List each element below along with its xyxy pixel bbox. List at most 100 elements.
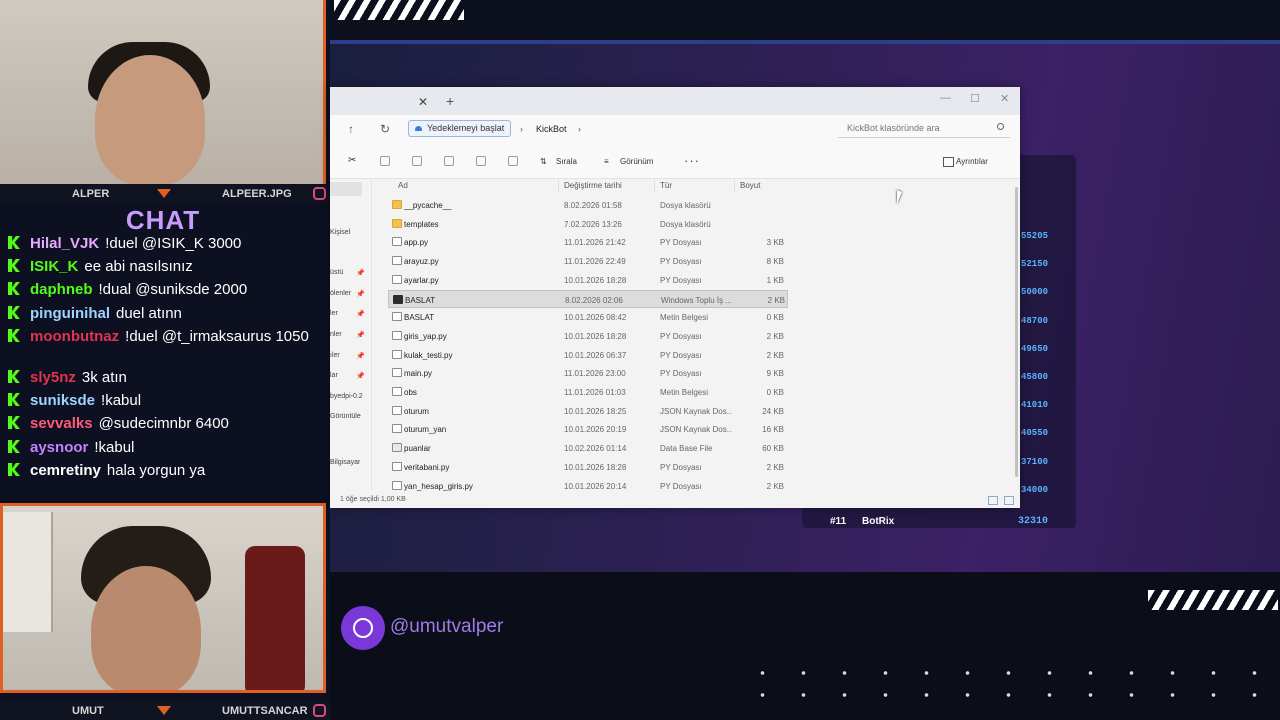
file-row[interactable]: templates 7.02.2026 13:26 Dosya klasörü — [388, 215, 788, 233]
file-icon — [392, 405, 402, 415]
view-icon[interactable]: ≡ — [604, 157, 609, 166]
file-type: PY Dosyası — [660, 369, 702, 379]
cut-icon[interactable]: ✂ — [348, 155, 356, 166]
cam-bottom-namebar: UMUT UMUTTSANCAR — [0, 702, 330, 720]
sidebar-item[interactable]: nler — [330, 331, 342, 338]
column-divider[interactable] — [654, 179, 655, 193]
sort-icon[interactable]: ⇅ — [540, 157, 547, 166]
view-button[interactable]: Görünüm — [620, 157, 653, 166]
file-row[interactable]: giris_yap.py 10.01.2026 18:28 PY Dosyası 2 … — [388, 327, 788, 345]
chat-message: Hilal_VJK !duel @ISIK_K 3000 — [8, 235, 320, 253]
leaderboard-score: 37100 — [1021, 456, 1049, 467]
file-date: 10.01.2026 18:28 — [564, 275, 627, 285]
more-options-button[interactable]: ··· — [684, 153, 700, 168]
command-bar: ✂ ⇅ Sırala ≡ Görünüm ··· Ayrıntılar — [330, 143, 1020, 179]
sidebar-item[interactable]: lar — [330, 372, 338, 379]
chat-message: aysnoor !kabul — [8, 439, 320, 457]
minimize-icon[interactable]: — — [940, 92, 951, 104]
sort-button[interactable]: Sırala — [556, 157, 577, 166]
file-row[interactable]: __pycache__ 8.02.2026 01:58 Dosya klasörü — [388, 196, 788, 214]
maximize-icon[interactable]: ☐ — [970, 92, 980, 105]
file-row[interactable]: arayuz.py 11.01.2026 22:49 PY Dosyası 8 KB — [388, 252, 788, 270]
file-row[interactable]: app.py 11.01.2026 21:42 PY Dosyası 3 KB — [388, 233, 788, 251]
chat-title: CHAT — [125, 205, 201, 235]
file-date: 10.02.2026 01:14 — [564, 444, 627, 454]
refresh-icon[interactable]: ↻ — [380, 122, 390, 136]
breadcrumb[interactable]: KickBot — [536, 124, 567, 134]
file-size: 1 KB — [766, 275, 784, 285]
search-icon[interactable] — [997, 123, 1004, 130]
file-icon — [392, 349, 402, 359]
sidebar-item[interactable]: ler — [330, 310, 338, 317]
file-row[interactable]: oturum 10.01.2026 18:25 JSON Kaynak Dos...… — [388, 402, 788, 420]
column-size[interactable]: Boyut — [740, 181, 760, 190]
share-icon[interactable] — [476, 156, 486, 166]
file-name: veritabani.py — [404, 462, 450, 472]
column-divider[interactable] — [734, 179, 735, 193]
chat-message: sly5nz 3k atın — [8, 369, 320, 387]
kick-icon — [8, 259, 20, 272]
file-name: BASLAT — [404, 313, 435, 323]
column-name[interactable]: Ad — [398, 181, 408, 190]
file-row[interactable]: veritabani.py 10.01.2026 18:28 PY Dosyası 2… — [388, 458, 788, 476]
file-row[interactable]: ayarlar.py 10.01.2026 18:28 PY Dosyası 1 KB — [388, 271, 788, 289]
cam-top-namebar: ALPER ALPEER.JPG — [0, 185, 330, 203]
file-row[interactable]: puanlar 10.02.2026 01:14 Data Base File 60 … — [388, 439, 788, 457]
backup-button[interactable]: Yedeklemeyi başlat — [408, 120, 512, 137]
file-row[interactable]: BASLAT 8.02.2026 02:06 Windows Toplu İş ..… — [388, 289, 788, 308]
cam-bottom-left-name: UMUT — [72, 705, 104, 717]
chat-text: !kabul — [94, 439, 135, 456]
file-date: 10.01.2026 06:37 — [564, 350, 627, 360]
file-date: 10.01.2026 20:14 — [564, 481, 627, 491]
instagram-icon — [313, 187, 326, 200]
vertical-scrollbar[interactable] — [1015, 187, 1018, 477]
file-name: oturum — [404, 406, 429, 416]
trash-icon[interactable] — [508, 156, 518, 166]
kick-icon — [8, 393, 20, 406]
new-tab-icon[interactable]: + — [446, 93, 454, 109]
close-window-icon[interactable]: ✕ — [1000, 92, 1009, 105]
leaderboard-score: 49650 — [1021, 343, 1049, 354]
sidebar-item[interactable]: byedpi-0.2 — [330, 393, 363, 400]
up-arrow-icon[interactable]: ↑ — [348, 122, 354, 136]
file-row[interactable]: main.py 11.01.2026 23:00 PY Dosyası 9 KB — [388, 364, 788, 382]
sidebar-item[interactable]: üstü — [330, 269, 343, 276]
sidebar-item[interactable]: ıler — [330, 352, 340, 359]
file-size: 24 KB — [762, 406, 784, 416]
sidebar-item[interactable]: Görüntüle — [330, 413, 361, 420]
leaderboard-row: #11 BotRix 32310 — [802, 512, 1050, 530]
globe-icon — [341, 606, 385, 650]
file-type: Dosya klasörü — [660, 219, 711, 229]
rename-icon[interactable] — [444, 156, 454, 166]
file-row[interactable]: obs 11.01.2026 01:03 Metin Belgesi 0 KB — [388, 383, 788, 401]
sidebar-item[interactable]: Bilgisayar — [330, 459, 360, 466]
copy-icon[interactable] — [380, 156, 390, 166]
cam-top-left-name: ALPER — [72, 188, 110, 200]
column-divider[interactable] — [558, 179, 559, 193]
tiles-view-icon[interactable] — [1004, 496, 1014, 505]
pin-icon: 📌 — [356, 311, 365, 318]
dots-decoration — [742, 662, 1272, 712]
close-tab-icon[interactable]: ✕ — [418, 95, 428, 109]
details-view-icon[interactable] — [988, 496, 998, 505]
status-text: 1 öğe seçildi 1,00 KB — [340, 496, 406, 503]
webcam-top — [0, 0, 326, 184]
search-placeholder: KickBot klasöründe ara — [847, 123, 940, 133]
file-type: Data Base File — [660, 444, 713, 454]
details-button[interactable]: Ayrıntılar — [943, 157, 988, 167]
sidebar-item[interactable]: Kişisel — [330, 229, 350, 236]
file-explorer-window[interactable]: ✕ + — ☐ ✕ ↑ ↻ Yedeklemeyi başlat › KickB… — [330, 87, 1020, 508]
triangle-icon — [157, 189, 171, 198]
search-input[interactable]: KickBot klasöründe ara — [838, 119, 1010, 138]
file-size: 2 KB — [766, 481, 784, 491]
file-type: PY Dosyası — [660, 275, 702, 285]
file-row[interactable]: kulak_testi.py 10.01.2026 06:37 PY Dosyası… — [388, 346, 788, 364]
file-icon — [392, 237, 402, 247]
column-date[interactable]: Değiştirme tarihi — [564, 181, 622, 190]
sidebar-item[interactable]: ölenler — [330, 290, 351, 297]
column-type[interactable]: Tür — [660, 181, 672, 190]
address-bar: ↑ ↻ Yedeklemeyi başlat › KickBot › KickB… — [330, 115, 1020, 143]
file-row[interactable]: BASLAT 10.01.2026 08:42 Metin Belgesi 0 KB — [388, 308, 788, 326]
file-row[interactable]: oturum_yan 10.01.2026 20:19 JSON Kaynak Do… — [388, 420, 788, 438]
paste-icon[interactable] — [412, 156, 422, 166]
